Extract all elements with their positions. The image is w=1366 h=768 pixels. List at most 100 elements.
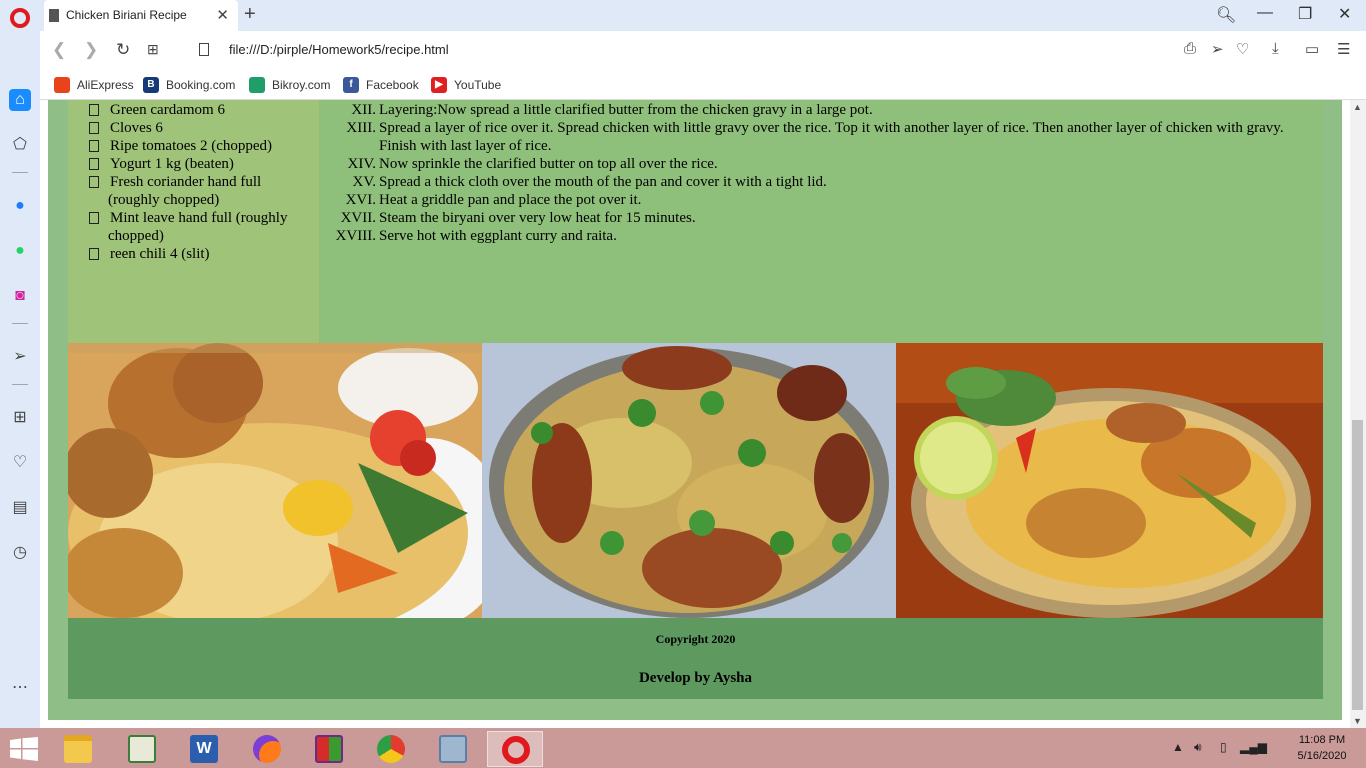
firefox-app[interactable] [239,731,295,767]
ingredient-item: Ripe tomatoes 2 (chopped) [68,137,319,155]
bullet-icon [89,248,99,260]
step-text: Serve hot with eggplant curry and raita. [379,228,617,244]
scroll-thumb[interactable] [1352,420,1363,710]
network-app[interactable] [425,731,481,767]
facebook-icon: f [343,77,359,93]
tab-chicken-biriani[interactable]: Chicken Biriani Recipe ✕ [44,0,238,31]
page-info-icon[interactable] [199,43,209,56]
back-button[interactable]: ❮ [52,40,66,60]
bookmark-booking[interactable]: B Booking.com [143,76,235,94]
bookmark-aliexpress[interactable]: AliExpress [54,76,134,94]
ingredient-item: Mint leave hand full (roughly chopped) [68,209,319,245]
steps-list: XII. Layering:Now spread a little clarifi… [319,100,1323,245]
page-scrollbar[interactable]: ▲ ▼ [1350,100,1366,728]
flow-icon[interactable]: ➢ [9,346,31,368]
messenger-icon[interactable]: ● [9,195,31,217]
send-icon[interactable]: ➢ [1211,40,1224,58]
step-text: Steam the biryani over very low heat for… [379,210,696,226]
bookmark-bikroy[interactable]: Bikroy.com [249,76,330,94]
step-number: XVI. [345,192,376,208]
clock-date[interactable]: 5/16/2020 [1292,750,1352,762]
bullet-icon [89,122,99,134]
scroll-down-icon[interactable]: ▼ [1353,716,1362,726]
whatsapp-icon[interactable]: ● [9,240,31,262]
new-tab-button[interactable]: + [244,3,256,26]
sidebar-divider [12,323,28,324]
url-field[interactable]: file:///D:/pirple/Homework5/recipe.html [229,42,449,57]
forward-button[interactable]: ❯ [84,40,98,60]
chicken-biryani-tray-photo [482,343,896,618]
chrome-app[interactable] [363,731,419,767]
opera-menu-icon[interactable] [10,8,30,28]
bookmark-label: Bikroy.com [272,78,331,92]
winrar-icon [315,735,343,763]
maximize-button[interactable]: ❐ [1298,4,1312,24]
download-icon[interactable]: ⤓ [1272,40,1279,57]
opera-app[interactable] [487,731,543,767]
sidebar-divider [12,172,28,173]
step-number: XVIII. [335,228,376,244]
bookmarks-heart-icon[interactable]: ♡ [9,452,31,474]
winrar-app[interactable] [301,731,357,767]
windows-taskbar: W ▲ 🔊︎ ▯ ▂▄▆ 11:08 PM 5/16/2020 [0,728,1366,768]
title-bar: Chicken Biriani Recipe ✕ + 🔍︎ — ❐ ✕ [0,0,1366,31]
address-bar: ❮ ❯ ↻ ⊞ file:///D:/pirple/Homework5/reci… [40,31,1366,69]
battery-saver-icon[interactable]: ▭ [1305,40,1319,58]
tab-title: Chicken Biriani Recipe [66,8,187,22]
opera-sidebar: ⌂ ⬠ ● ● ◙ ➢ ⊞ ♡ ▤ ◷ ⋯ [0,31,40,728]
search-tabs-icon[interactable]: 🔍︎ [1216,5,1236,25]
bookmark-label: Facebook [366,78,419,92]
home-icon[interactable]: ⌂ [9,89,31,111]
bookmark-facebook[interactable]: f Facebook [343,76,419,94]
page-footer: Copyright 2020 Develop by Aysha [68,618,1323,699]
step-item: XII. Layering:Now spread a little clarifi… [319,101,1323,119]
word-app[interactable]: W [176,731,232,767]
minimize-button[interactable]: — [1257,4,1273,22]
bookmark-label: Booking.com [166,78,236,92]
news-icon[interactable]: ▤ [9,497,31,519]
file-explorer-app[interactable] [50,731,106,767]
battery-icon[interactable]: ▯ [1220,740,1227,754]
step-number: XII. [351,102,376,118]
windows-start-icon[interactable] [10,737,38,761]
step-text: Now sprinkle the clarified butter on top… [379,156,718,172]
ingredient-item: Yogurt 1 kg (beaten) [68,155,319,173]
instagram-icon[interactable]: ◙ [9,285,31,307]
file-explorer-icon [64,735,92,763]
reload-button[interactable]: ↻ [116,40,130,60]
bookmark-youtube[interactable]: ▶ YouTube [431,76,501,94]
step-number: XV. [352,174,376,190]
recipe-page: Green cardamom 6 Cloves 6 Ripe tomatoes … [48,100,1342,720]
scroll-up-icon[interactable]: ▲ [1353,102,1362,112]
step-item: XVII. Steam the biryani over very low hea… [319,209,1323,227]
snapshot-icon[interactable]: ⎙ [1184,40,1196,57]
network-signal-icon[interactable]: ▂▄▆ [1240,740,1267,754]
tabs-grid-icon[interactable]: ⊞ [147,41,159,58]
step-item: XIII. Spread a layer of rice over it. Spr… [319,119,1323,155]
close-window-button[interactable]: ✕ [1338,4,1351,24]
step-text: Layering:Now spread a little clarified b… [379,102,873,118]
bullet-icon [89,212,99,224]
extensions-icon[interactable]: ⬠ [9,134,31,156]
biryani-platter-photo [896,343,1323,618]
bookmark-heart-icon[interactable]: ♡ [1236,40,1249,58]
speed-dial-icon[interactable]: ⊞ [9,407,31,429]
history-icon[interactable]: ◷ [9,542,31,564]
close-tab-icon[interactable]: ✕ [216,6,229,24]
more-options-icon[interactable]: ⋯ [9,677,31,699]
ingredient-item: Fresh coriander hand full (roughly chopp… [68,173,319,209]
step-item: XIV. Now sprinkle the clarified butter on… [319,155,1323,173]
bookmark-label: AliExpress [77,78,134,92]
ingredient-item: Cloves 6 [68,119,319,137]
firefox-icon [253,735,281,763]
show-hidden-icons[interactable]: ▲ [1172,740,1184,754]
spreadsheet-app[interactable] [114,731,170,767]
easy-setup-icon[interactable]: ☰ [1337,40,1350,58]
bookmarks-bar: AliExpress B Booking.com Bikroy.com f Fa… [40,69,1366,100]
clock-time[interactable]: 11:08 PM [1292,734,1352,746]
page-viewport: Green cardamom 6 Cloves 6 Ripe tomatoes … [40,100,1350,728]
sidebar-divider [12,384,28,385]
step-text: Spread a thick cloth over the mouth of t… [379,174,827,190]
system-tray: ▲ 🔊︎ ▯ ▂▄▆ 11:08 PM 5/16/2020 [1172,728,1352,768]
volume-icon[interactable]: 🔊︎ [1194,740,1202,755]
